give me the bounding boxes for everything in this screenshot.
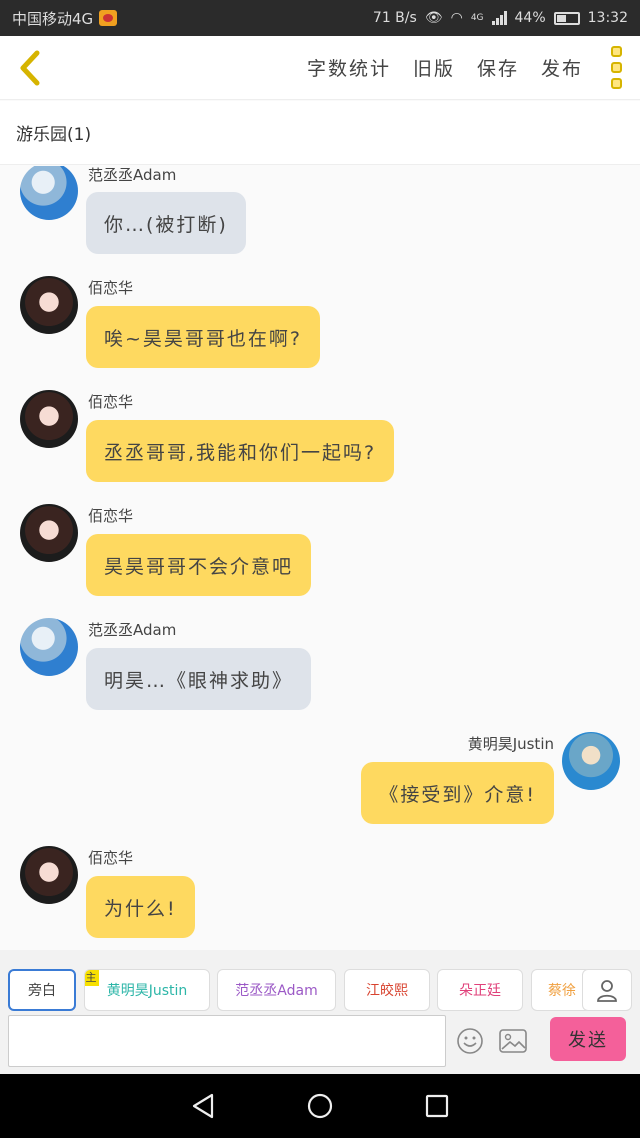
- back-button[interactable]: [0, 36, 60, 100]
- emoji-button[interactable]: [455, 1026, 485, 1056]
- top-toolbar: 字数统计 旧版 保存 发布: [0, 36, 640, 100]
- carrier-label: 中国移动4G: [12, 9, 94, 28]
- manage-roles-button[interactable]: [582, 969, 632, 1011]
- sender-name: 佰恋华: [88, 507, 134, 525]
- sender-name: 佰恋华: [88, 849, 134, 867]
- message-bubble[interactable]: 唉~昊昊哥哥也在啊?: [86, 306, 321, 368]
- role-label: 旁白: [28, 983, 56, 999]
- network-speed: 71 B/s: [372, 10, 417, 26]
- avatar[interactable]: [20, 846, 78, 904]
- system-nav-bar: [0, 1074, 640, 1138]
- role-chip-narrator[interactable]: 旁白: [8, 969, 76, 1011]
- clock: 13:32: [587, 10, 628, 26]
- recents-square-icon[interactable]: [424, 1093, 450, 1119]
- message-bubble[interactable]: 《接受到》介意!: [361, 762, 554, 824]
- weibo-notification-icon: [99, 10, 118, 26]
- message-bubble[interactable]: 丞丞哥哥,我能和你们一起吗?: [86, 420, 395, 482]
- more-menu-button[interactable]: [605, 46, 628, 89]
- battery-percent: 44%: [514, 10, 546, 26]
- chat-title-bar[interactable]: 游乐园(1): [0, 101, 640, 165]
- avatar[interactable]: [20, 504, 78, 562]
- role-selector-bar: 旁白 主 黄明昊Justin 范丞丞Adam 江皎熙 朵正廷 蔡徐: [0, 950, 640, 1012]
- host-badge: 主: [85, 970, 99, 986]
- old-version-button[interactable]: 旧版: [413, 54, 455, 81]
- message-bubble[interactable]: 昊昊哥哥不会介意吧: [86, 534, 312, 596]
- sender-name: 佰恋华: [88, 393, 134, 411]
- eye-icon: 👁: [424, 10, 443, 26]
- wifi-icon: ◠: [450, 10, 463, 26]
- chevron-left-icon: [20, 50, 40, 85]
- battery-icon: [553, 11, 580, 25]
- send-button[interactable]: 发送: [550, 1017, 626, 1061]
- message-input[interactable]: [8, 1015, 446, 1067]
- role-chip-adam[interactable]: 范丞丞Adam: [217, 969, 336, 1011]
- avatar[interactable]: [562, 732, 620, 790]
- role-label: 朵正廷: [459, 983, 501, 999]
- back-triangle-icon[interactable]: [190, 1092, 216, 1120]
- publish-button[interactable]: 发布: [541, 54, 583, 81]
- chat-title: 游乐园(1): [16, 125, 92, 145]
- role-chip-zhu[interactable]: 朵正廷: [437, 969, 523, 1011]
- user-icon: [597, 980, 617, 1002]
- avatar[interactable]: [20, 390, 78, 448]
- network-type: 4G: [470, 13, 484, 23]
- message-bubble[interactable]: 明昊…《眼神求助》: [86, 648, 312, 710]
- avatar[interactable]: [20, 166, 78, 220]
- sender-name: 黄明昊Justin: [467, 735, 554, 753]
- signal-icon: [491, 11, 507, 25]
- save-button[interactable]: 保存: [477, 54, 519, 81]
- sender-name: 佰恋华: [88, 279, 134, 297]
- message-bubble[interactable]: 为什么!: [86, 876, 195, 938]
- role-chip-justin[interactable]: 主 黄明昊Justin: [84, 969, 210, 1011]
- role-label: 江皎熙: [366, 983, 408, 999]
- smiley-icon: [457, 1028, 483, 1054]
- avatar[interactable]: [20, 618, 78, 676]
- sender-name: 范丞丞Adam: [88, 621, 177, 639]
- role-label: 黄明昊Justin: [106, 983, 188, 999]
- image-button[interactable]: [498, 1026, 528, 1056]
- role-chip-jiang[interactable]: 江皎熙: [344, 969, 430, 1011]
- chat-area: 范丞丞Adam 你…(被打断) 佰恋华 唉~昊昊哥哥也在啊? 佰恋华 丞丞哥哥,…: [0, 166, 640, 950]
- home-circle-icon[interactable]: [306, 1092, 334, 1120]
- avatar[interactable]: [20, 276, 78, 334]
- image-icon: [499, 1029, 527, 1053]
- role-label: 蔡徐: [548, 983, 576, 999]
- sender-name: 范丞丞Adam: [88, 166, 177, 184]
- message-bubble[interactable]: 你…(被打断): [86, 192, 246, 254]
- status-bar: 中国移动4G 71 B/s 👁 ◠ 4G 44% 13:32: [0, 0, 640, 36]
- role-label: 范丞丞Adam: [235, 983, 318, 999]
- message-input-bar: 发送: [0, 1012, 640, 1074]
- word-count-button[interactable]: 字数统计: [307, 54, 391, 81]
